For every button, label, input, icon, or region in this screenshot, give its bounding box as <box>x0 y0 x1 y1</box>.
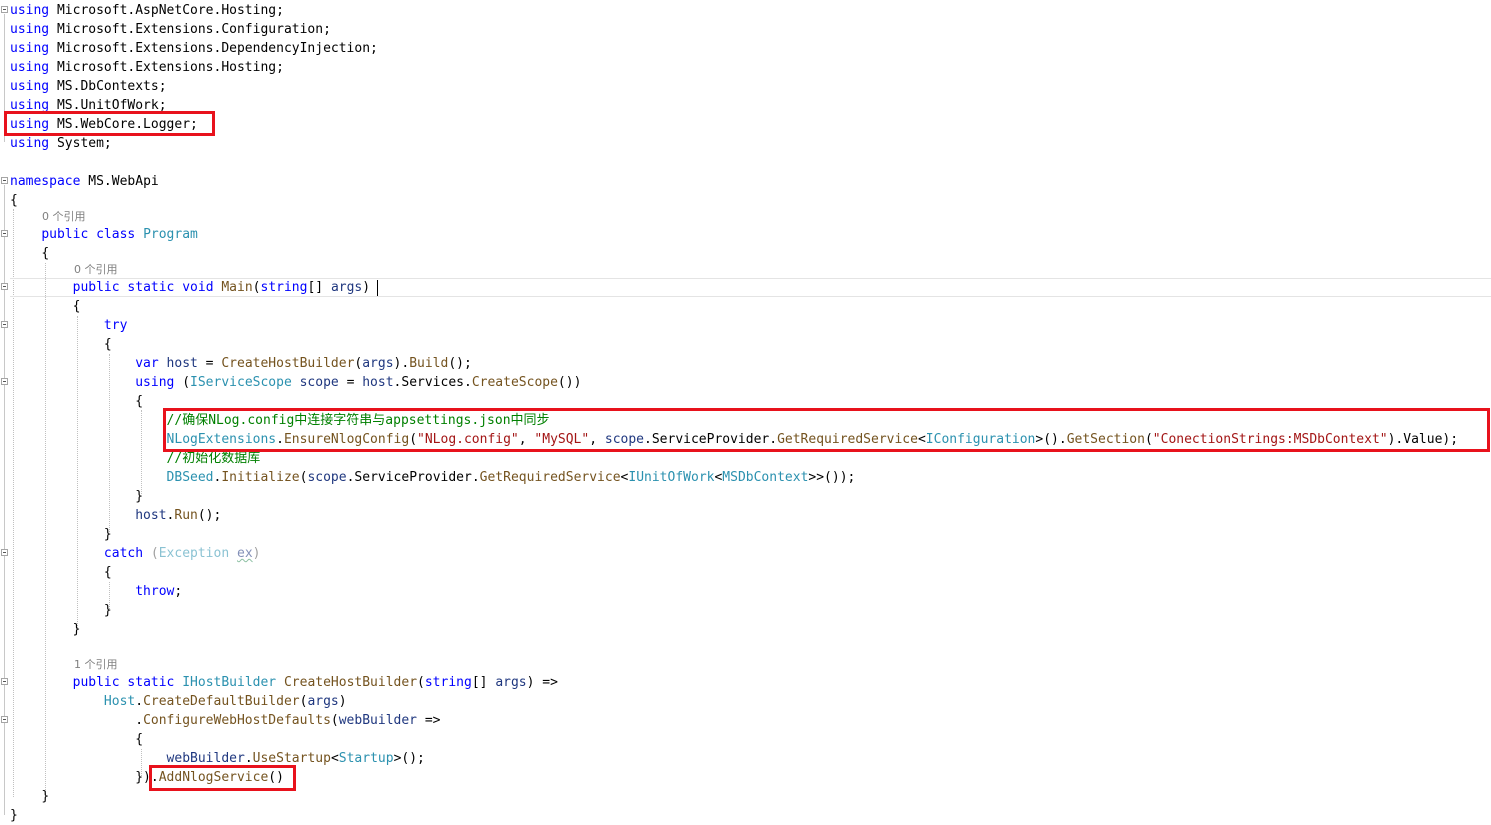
fold-toggle-icon[interactable] <box>1 678 8 685</box>
code-line-brace: { <box>135 394 144 409</box>
code-line-class: public class Program <box>41 227 198 242</box>
codelens-references[interactable]: 0 个引用 <box>74 260 118 279</box>
fold-toggle-icon[interactable] <box>1 549 8 556</box>
code-line-using: using Microsoft.Extensions.Hosting; <box>10 60 284 75</box>
code-line-brace: } <box>10 808 18 823</box>
code-line-using: using Microsoft.AspNetCore.Hosting; <box>10 3 284 18</box>
code-line-brace: { <box>41 246 50 261</box>
fold-toggle-icon[interactable] <box>1 283 8 290</box>
code-line-brace: { <box>72 299 81 314</box>
fold-toggle-icon[interactable] <box>1 6 8 13</box>
code-line-brace: { <box>103 337 112 352</box>
code-line-brace: } <box>41 789 50 804</box>
fold-toggle-icon[interactable] <box>1 230 8 237</box>
fold-toggle-icon[interactable] <box>1 716 8 723</box>
code-line-using: using MS.DbContexts; <box>10 79 167 94</box>
codelens-references[interactable]: 0 个引用 <box>42 207 86 226</box>
fold-toggle-icon[interactable] <box>1 321 8 328</box>
code-line-brace: { <box>103 565 112 580</box>
code-line-brace: } <box>72 622 81 637</box>
code-line-configure-webhost: .ConfigureWebHostDefaults(webBuilder => <box>135 713 441 728</box>
code-line-brace: { <box>10 193 18 208</box>
code-line-create-host-builder: public static IHostBuilder CreateHostBui… <box>72 675 558 690</box>
code-editor[interactable]: using Microsoft.AspNetCore.Hosting; usin… <box>0 0 1491 824</box>
code-line-brace: } <box>103 527 112 542</box>
highlight-box-ensure-nlog-config <box>163 408 1490 452</box>
fold-toggle-icon[interactable] <box>1 177 8 184</box>
code-line-throw: throw; <box>135 584 183 599</box>
code-line-var-host: var host = CreateHostBuilder(args).Build… <box>135 356 472 371</box>
code-line-try: try <box>103 318 128 333</box>
highlight-box-using-logger <box>4 111 215 136</box>
code-line-using: using Microsoft.Extensions.Configuration… <box>10 22 331 37</box>
codelens-references[interactable]: 1 个引用 <box>74 655 118 674</box>
code-line-brace: } <box>135 489 144 504</box>
fold-toggle-icon[interactable] <box>1 378 8 385</box>
code-line-main-signature: public static void Main(string[] args) <box>72 280 371 295</box>
code-line-using: using Microsoft.Extensions.DependencyInj… <box>10 41 378 56</box>
code-line-brace: { <box>135 732 144 747</box>
text-caret <box>377 280 378 296</box>
code-line-namespace: namespace MS.WebApi <box>10 174 159 189</box>
code-line-host-run: host.Run(); <box>135 508 222 523</box>
code-line-using-scope: using (IServiceScope scope = host.Servic… <box>135 375 582 390</box>
code-line-catch: catch (Exception ex) <box>103 546 261 561</box>
code-line-using: using System; <box>10 136 112 151</box>
code-line-dbseed: DBSeed.Initialize(scope.ServiceProvider.… <box>166 470 856 485</box>
highlight-box-add-nlog-service <box>149 765 296 791</box>
code-line-host-builder: Host.CreateDefaultBuilder(args) <box>103 694 347 709</box>
code-line-brace: } <box>103 603 112 618</box>
